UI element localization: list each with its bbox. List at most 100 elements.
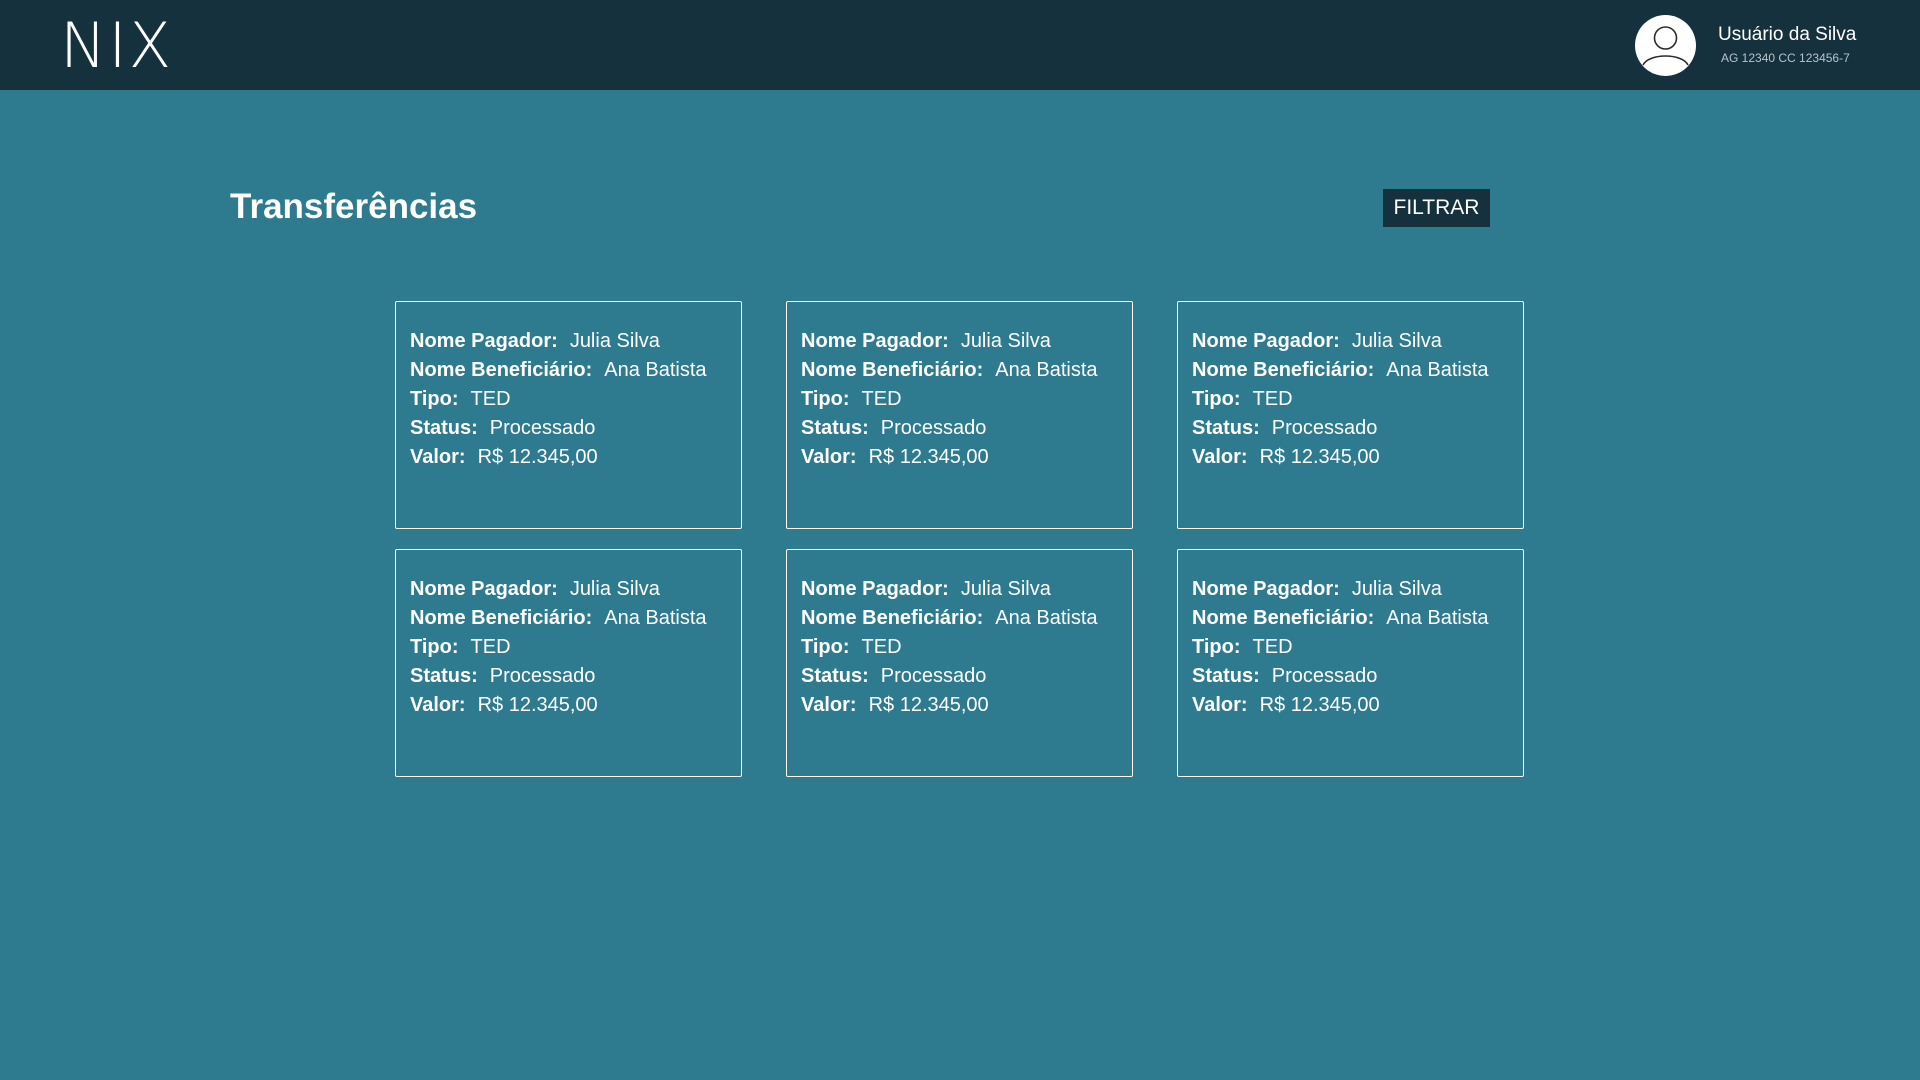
type-row: Tipo: TED [410, 385, 727, 414]
value-label: Valor: [801, 694, 857, 716]
status-label: Status: [410, 417, 478, 439]
transfer-card[interactable]: Nome Pagador: Julia Silva Nome Beneficiár… [395, 301, 742, 529]
type-value: TED [861, 636, 902, 658]
type-row: Tipo: TED [801, 633, 1118, 662]
payer-label: Nome Pagador: [1192, 330, 1340, 352]
type-row: Tipo: TED [801, 385, 1118, 414]
value-row: Valor: R$ 12.345,00 [410, 691, 727, 720]
beneficiary-value: Ana Batista [1386, 359, 1489, 381]
status-row: Status: Processado [801, 414, 1118, 443]
payer-label: Nome Pagador: [801, 330, 949, 352]
amount-value: R$ 12.345,00 [1259, 694, 1380, 716]
payer-row: Nome Pagador: Julia Silva [801, 575, 1118, 604]
value-row: Valor: R$ 12.345,00 [410, 443, 727, 472]
type-value: TED [1252, 388, 1293, 410]
type-value: TED [470, 388, 511, 410]
beneficiary-value: Ana Batista [1386, 607, 1489, 629]
beneficiary-row: Nome Beneficiário: Ana Batista [801, 604, 1118, 633]
status-label: Status: [801, 665, 869, 687]
amount-value: R$ 12.345,00 [1259, 446, 1380, 468]
user-avatar-icon[interactable] [1635, 15, 1696, 76]
transfer-list: Nome Pagador: Julia Silva Nome Beneficiár… [395, 301, 1525, 777]
beneficiary-value: Ana Batista [995, 607, 1098, 629]
type-value: TED [861, 388, 902, 410]
transfer-card[interactable]: Nome Pagador: Julia Silva Nome Beneficiár… [786, 549, 1133, 777]
payer-label: Nome Pagador: [801, 578, 949, 600]
type-row: Tipo: TED [410, 633, 727, 662]
beneficiary-label: Nome Beneficiário: [410, 607, 593, 629]
status-row: Status: Processado [1192, 414, 1509, 443]
payer-value: Julia Silva [1351, 330, 1442, 352]
type-row: Tipo: TED [1192, 385, 1509, 414]
value-row: Valor: R$ 12.345,00 [801, 691, 1118, 720]
beneficiary-row: Nome Beneficiário: Ana Batista [410, 356, 727, 385]
status-value: Processado [1271, 665, 1378, 687]
type-label: Tipo: [801, 636, 850, 658]
value-label: Valor: [801, 446, 857, 468]
beneficiary-label: Nome Beneficiário: [1192, 359, 1375, 381]
transfer-card[interactable]: Nome Pagador: Julia Silva Nome Beneficiár… [1177, 549, 1524, 777]
status-value: Processado [1271, 417, 1378, 439]
payer-value: Julia Silva [960, 330, 1051, 352]
status-value: Processado [880, 417, 987, 439]
amount-value: R$ 12.345,00 [868, 446, 989, 468]
status-label: Status: [1192, 417, 1260, 439]
value-row: Valor: R$ 12.345,00 [1192, 443, 1509, 472]
type-value: TED [470, 636, 511, 658]
payer-row: Nome Pagador: Julia Silva [801, 327, 1118, 356]
app-logo[interactable]: NIX [60, 10, 173, 82]
payer-label: Nome Pagador: [410, 330, 558, 352]
transfer-card[interactable]: Nome Pagador: Julia Silva Nome Beneficiár… [1177, 301, 1524, 529]
beneficiary-value: Ana Batista [995, 359, 1098, 381]
payer-value: Julia Silva [569, 578, 660, 600]
user-name: Usuário da Silva [1718, 24, 1857, 45]
top-bar: NIX Usuário da Silva AG 12340 CC 123456-… [0, 0, 1920, 90]
type-label: Tipo: [1192, 636, 1241, 658]
beneficiary-label: Nome Beneficiário: [801, 359, 984, 381]
status-value: Processado [489, 665, 596, 687]
status-label: Status: [410, 665, 478, 687]
beneficiary-label: Nome Beneficiário: [1192, 607, 1375, 629]
transfer-card[interactable]: Nome Pagador: Julia Silva Nome Beneficiár… [395, 549, 742, 777]
payer-row: Nome Pagador: Julia Silva [410, 327, 727, 356]
filter-button[interactable]: FILTRAR [1383, 189, 1490, 227]
beneficiary-row: Nome Beneficiário: Ana Batista [1192, 356, 1509, 385]
status-label: Status: [1192, 665, 1260, 687]
amount-value: R$ 12.345,00 [477, 694, 598, 716]
status-row: Status: Processado [410, 662, 727, 691]
amount-value: R$ 12.345,00 [477, 446, 598, 468]
beneficiary-value: Ana Batista [604, 607, 707, 629]
type-label: Tipo: [410, 636, 459, 658]
value-label: Valor: [1192, 446, 1248, 468]
payer-row: Nome Pagador: Julia Silva [1192, 575, 1509, 604]
page-title: Transferências [230, 187, 478, 226]
payer-value: Julia Silva [569, 330, 660, 352]
status-label: Status: [801, 417, 869, 439]
beneficiary-row: Nome Beneficiário: Ana Batista [801, 356, 1118, 385]
beneficiary-label: Nome Beneficiário: [801, 607, 984, 629]
payer-value: Julia Silva [1351, 578, 1442, 600]
payer-label: Nome Pagador: [1192, 578, 1340, 600]
beneficiary-label: Nome Beneficiário: [410, 359, 593, 381]
payer-row: Nome Pagador: Julia Silva [410, 575, 727, 604]
status-row: Status: Processado [1192, 662, 1509, 691]
beneficiary-row: Nome Beneficiário: Ana Batista [1192, 604, 1509, 633]
value-label: Valor: [410, 694, 466, 716]
type-label: Tipo: [1192, 388, 1241, 410]
user-account-info: AG 12340 CC 123456-7 [1721, 51, 1850, 65]
beneficiary-row: Nome Beneficiário: Ana Batista [410, 604, 727, 633]
payer-value: Julia Silva [960, 578, 1051, 600]
value-label: Valor: [410, 446, 466, 468]
status-value: Processado [880, 665, 987, 687]
amount-value: R$ 12.345,00 [868, 694, 989, 716]
type-label: Tipo: [410, 388, 459, 410]
transfer-card[interactable]: Nome Pagador: Julia Silva Nome Beneficiár… [786, 301, 1133, 529]
value-row: Valor: R$ 12.345,00 [801, 443, 1118, 472]
payer-row: Nome Pagador: Julia Silva [1192, 327, 1509, 356]
payer-label: Nome Pagador: [410, 578, 558, 600]
beneficiary-value: Ana Batista [604, 359, 707, 381]
type-label: Tipo: [801, 388, 850, 410]
type-row: Tipo: TED [1192, 633, 1509, 662]
type-value: TED [1252, 636, 1293, 658]
status-value: Processado [489, 417, 596, 439]
